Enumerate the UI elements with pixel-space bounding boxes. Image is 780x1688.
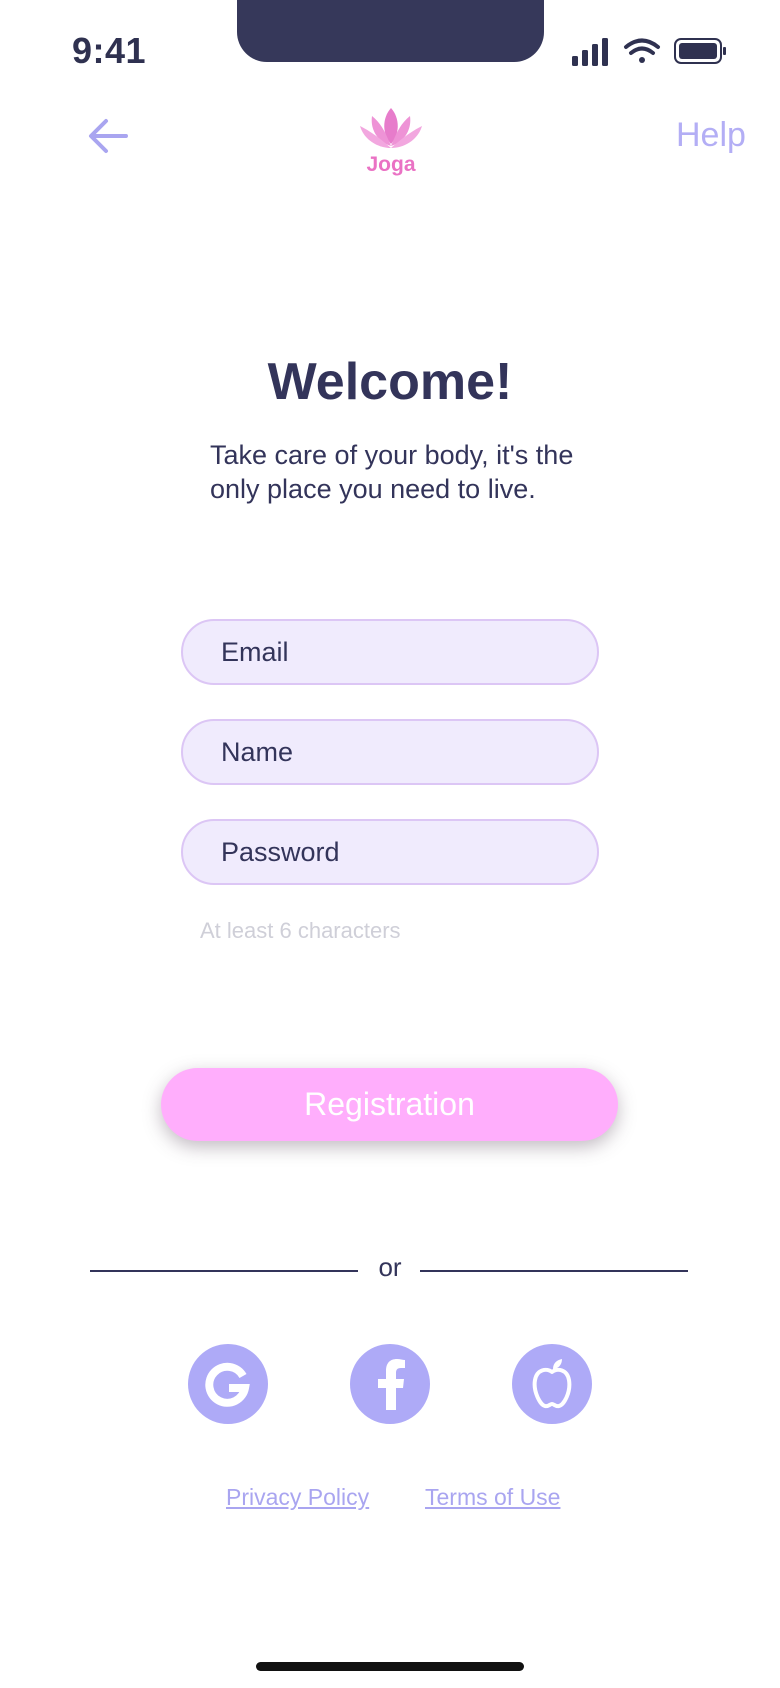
back-arrow-icon[interactable]	[86, 116, 130, 156]
camera-notch	[237, 0, 544, 62]
status-icons	[572, 38, 726, 66]
facebook-icon	[378, 1359, 405, 1410]
apple-icon	[532, 1359, 572, 1409]
password-field[interactable]	[181, 819, 599, 885]
privacy-policy-link[interactable]: Privacy Policy	[226, 1484, 369, 1511]
lotus-icon	[360, 108, 422, 148]
terms-of-use-link[interactable]: Terms of Use	[425, 1484, 560, 1511]
page-title: Welcome!	[267, 353, 513, 411]
help-link[interactable]: Help	[676, 116, 746, 155]
app-logo: Joga	[358, 104, 424, 176]
apple-login-button[interactable]	[512, 1344, 592, 1424]
status-time: 9:41	[72, 30, 147, 71]
google-login-button[interactable]	[188, 1344, 268, 1424]
name-field[interactable]	[181, 719, 599, 785]
registration-button[interactable]: Registration	[161, 1068, 618, 1141]
facebook-login-button[interactable]	[350, 1344, 430, 1424]
battery-icon	[674, 38, 726, 64]
divider-line-right	[420, 1270, 688, 1272]
welcome-subtitle: Take care of your body, it's the only pl…	[210, 440, 574, 504]
cellular-signal-icon	[572, 38, 608, 66]
divider-label: or	[378, 1252, 402, 1282]
email-field[interactable]	[181, 619, 599, 685]
wifi-icon	[624, 38, 660, 63]
logo-text: Joga	[366, 153, 416, 176]
google-icon	[205, 1362, 250, 1407]
password-hint: At least 6 characters	[200, 918, 401, 943]
home-indicator	[256, 1662, 524, 1671]
